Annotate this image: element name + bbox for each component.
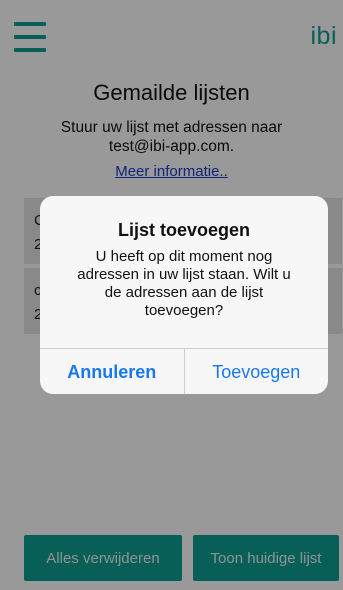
dialog-message: U heeft op dit moment nog adressen in uw… bbox=[58, 248, 310, 320]
dialog-message-line: de adressen aan de lijst bbox=[104, 284, 264, 301]
cancel-button[interactable]: Annuleren bbox=[40, 349, 185, 394]
dialog-title: Lijst toevoegen bbox=[117, 220, 251, 240]
dialog-message-line: toevoegen? bbox=[144, 302, 224, 319]
dialog-message-line: adressen in uw lijst staan. Wilt u bbox=[77, 266, 291, 283]
add-list-dialog: Lijst toevoegen U heeft op dit moment no… bbox=[40, 196, 328, 394]
dialog-actions: Annuleren Toevoegen bbox=[40, 348, 328, 394]
dialog-message-line: U heeft op dit moment nog bbox=[95, 248, 273, 265]
add-button[interactable]: Toevoegen bbox=[185, 349, 329, 394]
